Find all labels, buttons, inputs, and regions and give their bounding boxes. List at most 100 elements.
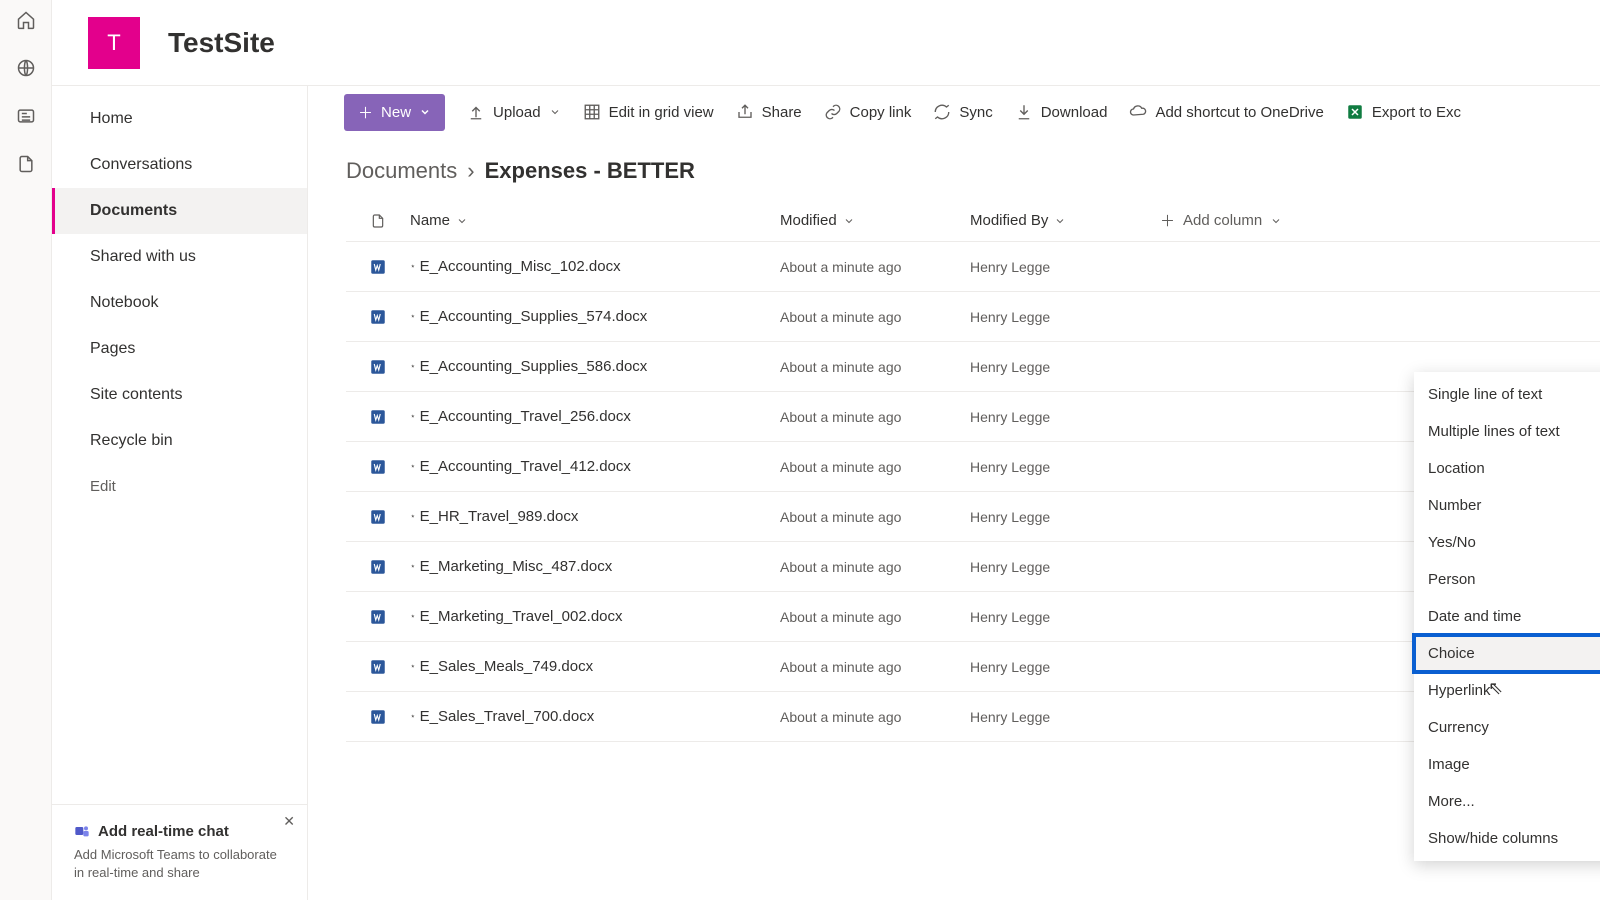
column-type-more-[interactable]: More... bbox=[1414, 783, 1600, 820]
file-icon[interactable] bbox=[16, 154, 36, 174]
column-type-location[interactable]: Location bbox=[1414, 450, 1600, 487]
sidebar-item-conversations[interactable]: Conversations bbox=[52, 142, 307, 188]
sidebar-item-pages[interactable]: Pages bbox=[52, 326, 307, 372]
file-table: Name Modified Modified By ＋Add column ⋆E… bbox=[308, 200, 1600, 742]
table-row[interactable]: ⋆E_Accounting_Travel_412.docx About a mi… bbox=[346, 442, 1600, 492]
table-row[interactable]: ⋆E_Accounting_Travel_256.docx About a mi… bbox=[346, 392, 1600, 442]
table-row[interactable]: ⋆E_Marketing_Travel_002.docx About a min… bbox=[346, 592, 1600, 642]
file-name[interactable]: ⋆E_Accounting_Supplies_574.docx bbox=[410, 308, 780, 325]
file-modified-by: Henry Legge bbox=[970, 409, 1160, 425]
app-rail bbox=[0, 0, 52, 900]
column-type-image[interactable]: Image bbox=[1414, 746, 1600, 783]
column-type-yes-no[interactable]: Yes/No bbox=[1414, 524, 1600, 561]
share-icon bbox=[736, 103, 754, 121]
column-type-multiple-lines-of-text[interactable]: Multiple lines of text bbox=[1414, 413, 1600, 450]
sidebar-item-recycle-bin[interactable]: Recycle bin bbox=[52, 418, 307, 464]
site-tile[interactable]: T bbox=[88, 17, 140, 69]
share-button[interactable]: Share bbox=[736, 103, 802, 121]
new-badge: ⋆ bbox=[410, 511, 416, 522]
file-name[interactable]: ⋆E_Accounting_Travel_256.docx bbox=[410, 408, 780, 425]
word-doc-icon bbox=[346, 558, 410, 576]
sidebar-item-shared-with-us[interactable]: Shared with us bbox=[52, 234, 307, 280]
file-name[interactable]: ⋆E_Accounting_Supplies_586.docx bbox=[410, 358, 780, 375]
column-type-choice[interactable]: Choice bbox=[1414, 635, 1600, 672]
chat-card-title: Add real-time chat bbox=[74, 823, 285, 840]
file-name[interactable]: ⋆E_Marketing_Travel_002.docx bbox=[410, 608, 780, 625]
column-type-hyperlink[interactable]: Hyperlink bbox=[1414, 672, 1600, 709]
new-badge: ⋆ bbox=[410, 711, 416, 722]
file-modified-by: Henry Legge bbox=[970, 659, 1160, 675]
chevron-right-icon: › bbox=[467, 158, 474, 184]
col-modified[interactable]: Modified bbox=[780, 212, 970, 229]
new-badge: ⋆ bbox=[410, 361, 416, 372]
home-icon[interactable] bbox=[16, 10, 36, 30]
export-button[interactable]: Export to Exc bbox=[1346, 103, 1461, 121]
table-row[interactable]: ⋆E_Sales_Meals_749.docx About a minute a… bbox=[346, 642, 1600, 692]
file-name[interactable]: ⋆E_Accounting_Travel_412.docx bbox=[410, 458, 780, 475]
chevron-down-icon bbox=[1270, 215, 1282, 227]
column-type-date-and-time[interactable]: Date and time bbox=[1414, 598, 1600, 635]
table-row[interactable]: ⋆E_Sales_Travel_700.docx About a minute … bbox=[346, 692, 1600, 742]
new-badge: ⋆ bbox=[410, 561, 416, 572]
file-modified: About a minute ago bbox=[780, 459, 970, 475]
site-title: TestSite bbox=[168, 27, 275, 59]
sidebar-item-documents[interactable]: Documents bbox=[52, 188, 307, 234]
sync-button[interactable]: Sync bbox=[933, 103, 992, 121]
new-badge: ⋆ bbox=[410, 611, 416, 622]
news-icon[interactable] bbox=[16, 106, 36, 126]
chevron-down-icon bbox=[549, 106, 561, 118]
sidebar-item-notebook[interactable]: Notebook bbox=[52, 280, 307, 326]
body: HomeConversationsDocumentsShared with us… bbox=[52, 86, 1600, 900]
breadcrumb-parent[interactable]: Documents bbox=[346, 158, 457, 184]
grid-view-button[interactable]: Edit in grid view bbox=[583, 103, 714, 121]
column-type-person[interactable]: Person bbox=[1414, 561, 1600, 598]
download-icon bbox=[1015, 103, 1033, 121]
table-row[interactable]: ⋆E_Accounting_Supplies_574.docx About a … bbox=[346, 292, 1600, 342]
column-type-single-line-of-text[interactable]: Single line of text bbox=[1414, 376, 1600, 413]
file-modified-by: Henry Legge bbox=[970, 359, 1160, 375]
file-name[interactable]: ⋆E_Marketing_Misc_487.docx bbox=[410, 558, 780, 575]
col-modified-by[interactable]: Modified By bbox=[970, 212, 1160, 229]
file-name[interactable]: ⋆E_Sales_Meals_749.docx bbox=[410, 658, 780, 675]
word-doc-icon bbox=[346, 508, 410, 526]
word-doc-icon bbox=[346, 308, 410, 326]
col-filetype[interactable] bbox=[346, 211, 410, 231]
new-button[interactable]: ＋ New bbox=[344, 94, 445, 131]
add-column-button[interactable]: ＋Add column bbox=[1160, 210, 1282, 231]
file-modified-by: Henry Legge bbox=[970, 709, 1160, 725]
col-name[interactable]: Name bbox=[410, 212, 780, 229]
file-modified: About a minute ago bbox=[780, 359, 970, 375]
file-modified: About a minute ago bbox=[780, 709, 970, 725]
sidebar-item-home[interactable]: Home bbox=[52, 96, 307, 142]
file-name[interactable]: ⋆E_Sales_Travel_700.docx bbox=[410, 708, 780, 725]
upload-button[interactable]: Upload bbox=[467, 103, 561, 121]
table-row[interactable]: ⋆E_Accounting_Misc_102.docx About a minu… bbox=[346, 242, 1600, 292]
close-icon[interactable]: ✕ bbox=[283, 813, 295, 830]
main-column: T TestSite HomeConversationsDocumentsSha… bbox=[52, 0, 1600, 900]
file-modified: About a minute ago bbox=[780, 409, 970, 425]
upload-icon bbox=[467, 103, 485, 121]
globe-icon[interactable] bbox=[16, 58, 36, 78]
file-modified: About a minute ago bbox=[780, 659, 970, 675]
file-modified-by: Henry Legge bbox=[970, 259, 1160, 275]
onedrive-icon bbox=[1129, 103, 1147, 121]
new-badge: ⋆ bbox=[410, 661, 416, 672]
column-type-currency[interactable]: Currency bbox=[1414, 709, 1600, 746]
add-column-dropdown: Single line of textMultiple lines of tex… bbox=[1414, 372, 1600, 861]
file-name[interactable]: ⋆E_HR_Travel_989.docx bbox=[410, 508, 780, 525]
download-button[interactable]: Download bbox=[1015, 103, 1108, 121]
file-modified: About a minute ago bbox=[780, 259, 970, 275]
plus-icon: ＋ bbox=[358, 102, 373, 123]
nav-edit-link[interactable]: Edit bbox=[52, 464, 307, 509]
column-type-show-hide-columns[interactable]: Show/hide columns bbox=[1414, 820, 1600, 857]
column-type-number[interactable]: Number bbox=[1414, 487, 1600, 524]
copy-link-button[interactable]: Copy link bbox=[824, 103, 912, 121]
table-row[interactable]: ⋆E_HR_Travel_989.docx About a minute ago… bbox=[346, 492, 1600, 542]
file-name[interactable]: ⋆E_Accounting_Misc_102.docx bbox=[410, 258, 780, 275]
toolbar: ＋ New Upload Edit in grid view Share Cop… bbox=[308, 86, 1600, 138]
chat-card: ✕ Add real-time chat Add Microsoft Teams… bbox=[52, 804, 307, 900]
shortcut-button[interactable]: Add shortcut to OneDrive bbox=[1129, 103, 1323, 121]
table-row[interactable]: ⋆E_Marketing_Misc_487.docx About a minut… bbox=[346, 542, 1600, 592]
table-row[interactable]: ⋆E_Accounting_Supplies_586.docx About a … bbox=[346, 342, 1600, 392]
sidebar-item-site-contents[interactable]: Site contents bbox=[52, 372, 307, 418]
